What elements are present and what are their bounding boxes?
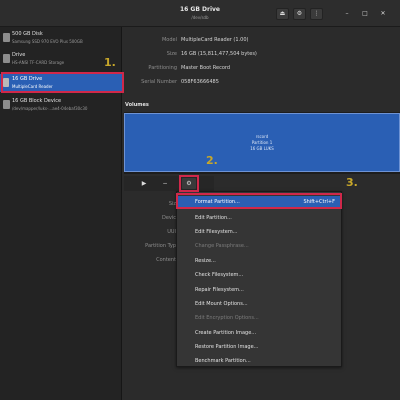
drive-description: HS-ANSI TF-CARD Storage [12, 60, 65, 65]
menu-item-label: Change Passphrase... [195, 243, 249, 249]
detail-uuid-label: UUI [167, 229, 176, 235]
step2-label: 2. [206, 154, 218, 167]
drive-settings-button[interactable]: ⚙ [293, 8, 306, 20]
step1-label: 1. [104, 56, 116, 69]
size-value: 16 GB (15,811,477,504 bytes) [181, 51, 257, 57]
volumes-heading: Volumes [125, 102, 149, 108]
drive-menu-button[interactable]: ⋮ [310, 8, 323, 20]
minus-icon: − [162, 180, 168, 187]
block-device-icon [3, 100, 10, 109]
menu-item-benchmark-partition[interactable]: Benchmark Partition... [177, 355, 341, 368]
partition-size: 16 GB LUKS [250, 146, 274, 151]
size-label: Size [166, 51, 177, 57]
model-label: Model [161, 37, 177, 43]
menu-item-label: Check Filesystem... [195, 272, 244, 278]
window-title: 16 GB Drive [179, 6, 220, 13]
step1-highlight-box [1, 72, 124, 93]
menu-item-check-filesystem[interactable]: Check Filesystem... [177, 269, 341, 282]
model-value: MultipleCard Reader (1.00) [181, 37, 249, 43]
menu-item-resize[interactable]: Resize... [177, 255, 341, 268]
mount-button[interactable]: ▶ [137, 178, 151, 189]
drive-name: Drive [12, 52, 26, 58]
detail-contents-label: Content [156, 257, 176, 263]
delete-partition-button[interactable]: − [158, 178, 172, 189]
window-subtitle: /dev/sdb [191, 15, 209, 20]
drive-item-500gb[interactable]: 500 GB Disk Samsung SSD 970 EVO Plus 500… [0, 29, 122, 47]
menu-item-label: Edit Encryption Options... [195, 315, 259, 321]
partition-name: Partition 1 [251, 140, 273, 145]
eject-icon: ⏏ [279, 10, 286, 17]
drive-name: 16 GB Block Device [12, 98, 62, 104]
drive-description: /dev/mapper/luks-...ae4-04ebaf30c30 [12, 106, 88, 111]
step3-label: 3. [346, 176, 358, 189]
menu-item-restore-partition-image[interactable]: Restore Partition Image... [177, 341, 341, 354]
disk-icon [3, 33, 10, 42]
maximize-button[interactable]: □ [360, 9, 370, 19]
gear-icon: ⚙ [296, 10, 303, 17]
drive-icon [3, 54, 10, 63]
menu-item-label: Create Partition Image... [195, 330, 257, 336]
menu-item-label: Edit Mount Options... [195, 301, 248, 307]
partition-label: rscord [255, 134, 269, 139]
serial-value: 058F63666485 [181, 79, 219, 85]
play-icon: ▶ [141, 180, 147, 187]
partitioning-label: Partitioning [148, 65, 177, 71]
menu-item-change-passphrase: Change Passphrase... [177, 240, 341, 253]
partition-context-menu: Format Partition... Shift+Ctrl+F Edit Pa… [176, 191, 342, 367]
menu-item-edit-encryption-options: Edit Encryption Options... [177, 312, 341, 325]
disks-window: 16 GB Drive /dev/sdb ⏏ ⚙ ⋮ – □ ✕ 500 GB … [0, 0, 400, 400]
menu-item-edit-mount-options[interactable]: Edit Mount Options... [177, 298, 341, 311]
step3-highlight-box [176, 193, 342, 209]
minimize-icon: – [345, 10, 349, 17]
menu-item-label: Edit Partition... [195, 215, 232, 221]
eject-button[interactable]: ⏏ [276, 8, 289, 20]
menu-item-label: Restore Partition Image... [195, 344, 259, 350]
partition-block[interactable]: rscord Partition 1 16 GB LUKS [124, 113, 400, 172]
menu-item-label: Resize... [195, 258, 216, 264]
minimize-button[interactable]: – [342, 9, 352, 19]
detail-size-label: Siz [168, 201, 176, 207]
menu-item-edit-partition[interactable]: Edit Partition... [177, 212, 341, 225]
menu-item-label: Repair Filesystem... [195, 287, 244, 293]
maximize-icon: □ [362, 10, 368, 17]
close-icon: ✕ [380, 10, 386, 17]
menu-item-label: Benchmark Partition... [195, 358, 251, 364]
menu-item-edit-filesystem[interactable]: Edit Filesystem... [177, 226, 341, 239]
menu-item-repair-filesystem[interactable]: Repair Filesystem... [177, 284, 341, 297]
partitioning-value: Master Boot Record [181, 65, 231, 71]
drive-description: Samsung SSD 970 EVO Plus 500GB [12, 39, 83, 44]
menu-item-label: Edit Filesystem... [195, 229, 238, 235]
kebab-menu-icon: ⋮ [313, 10, 320, 17]
menu-item-create-partition-image[interactable]: Create Partition Image... [177, 327, 341, 340]
drive-name: 500 GB Disk [12, 31, 43, 37]
detail-device-label: Devic [161, 215, 176, 221]
step2-highlight-box [179, 175, 199, 192]
title-bar: 16 GB Drive /dev/sdb ⏏ ⚙ ⋮ – □ ✕ [0, 0, 400, 27]
drive-item-block-device[interactable]: 16 GB Block Device /dev/mapper/luks-...a… [0, 96, 122, 114]
detail-partition-type-label: Partition Typ [145, 243, 176, 249]
close-button[interactable]: ✕ [378, 9, 388, 19]
serial-label: Serial Number [141, 79, 177, 85]
